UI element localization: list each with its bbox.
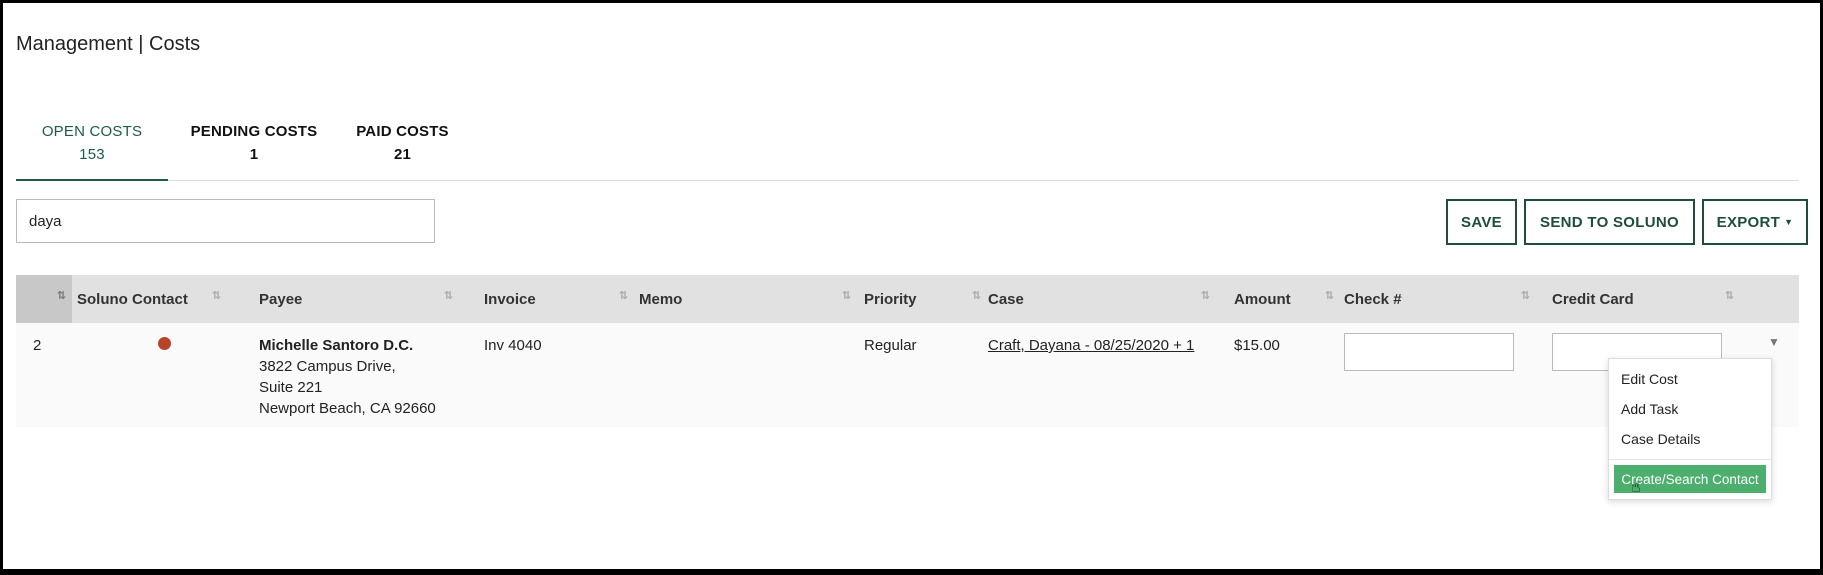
create-search-contact-label: Create/Search Contact xyxy=(1621,471,1759,487)
column-header-label: Amount xyxy=(1234,290,1291,308)
table-header: ⇅ Soluno Contact ⇅ Payee ⇅ Invoice ⇅ Mem… xyxy=(16,275,1799,323)
column-header-label: Case xyxy=(988,290,1024,308)
sort-icon: ⇅ xyxy=(443,290,453,302)
column-header-payee[interactable]: Payee ⇅ xyxy=(259,275,453,323)
tab-count: 153 xyxy=(79,146,105,163)
table-row[interactable]: 2 Michelle Santoro D.C. 3822 Campus Driv… xyxy=(16,323,1799,427)
payee-address-line: Suite 221 xyxy=(259,379,323,396)
sort-icon: ⇅ xyxy=(1520,290,1530,302)
column-header-case[interactable]: Case ⇅ xyxy=(988,275,1210,323)
caret-down-icon: ▼ xyxy=(1784,217,1794,227)
payee-address-line: 3822 Campus Drive, xyxy=(259,358,396,375)
save-button-label: SAVE xyxy=(1461,213,1502,231)
payee-cell: Michelle Santoro D.C. 3822 Campus Drive,… xyxy=(259,335,436,419)
case-link[interactable]: Craft, Dayana - 08/25/2020 + 1 xyxy=(988,335,1194,356)
tab-paid-costs[interactable]: PAID COSTS 21 xyxy=(346,123,459,181)
sort-icon: ⇅ xyxy=(1324,290,1334,302)
row-number: 2 xyxy=(33,337,42,354)
payee-address-line: Newport Beach, CA 92660 xyxy=(259,400,436,417)
column-header-amount[interactable]: Amount ⇅ xyxy=(1234,275,1334,323)
menu-item-add-task[interactable]: Add Task xyxy=(1621,401,1678,417)
menu-item-case-details[interactable]: Case Details xyxy=(1621,431,1700,447)
sort-icon: ⇅ xyxy=(1200,290,1210,302)
send-button-label: SEND TO SOLUNO xyxy=(1540,213,1679,231)
page-title: Management | Costs xyxy=(16,33,201,55)
priority-cell: Regular xyxy=(864,337,917,354)
cost-tabs: OPEN COSTS 153 PENDING COSTS 1 PAID COST… xyxy=(16,123,1799,181)
export-button-label: EXPORT xyxy=(1716,213,1781,231)
tab-label: OPEN COSTS xyxy=(41,123,143,140)
column-header-label: Memo xyxy=(639,290,683,308)
export-button[interactable]: EXPORT ▼ xyxy=(1702,199,1808,245)
check-number-input[interactable] xyxy=(1344,333,1514,371)
invoice-cell: Inv 4040 xyxy=(484,337,542,354)
column-header-number[interactable]: ⇅ xyxy=(16,275,72,323)
column-header-check[interactable]: Check # ⇅ xyxy=(1344,275,1530,323)
tab-label: PENDING COSTS xyxy=(190,123,318,140)
column-header-priority[interactable]: Priority ⇅ xyxy=(864,275,981,323)
column-header-memo[interactable]: Memo ⇅ xyxy=(639,275,851,323)
send-to-soluno-button[interactable]: SEND TO SOLUNO xyxy=(1524,199,1695,245)
column-header-credit-card[interactable]: Credit Card ⇅ xyxy=(1552,275,1734,323)
save-button[interactable]: SAVE xyxy=(1446,199,1517,245)
column-header-soluno-contact[interactable]: Soluno Contact ⇅ xyxy=(77,275,221,323)
app-window: Management | Costs OPEN COSTS 153 PENDIN… xyxy=(3,3,1820,569)
tab-label: PAID COSTS xyxy=(356,123,449,140)
column-header-label: Payee xyxy=(259,290,303,308)
amount-cell: $15.00 xyxy=(1234,337,1280,354)
sort-icon: ⇅ xyxy=(1724,290,1734,302)
tab-pending-costs[interactable]: PENDING COSTS 1 xyxy=(179,123,329,181)
menu-item-edit-cost[interactable]: Edit Cost xyxy=(1621,371,1678,387)
tab-open-costs[interactable]: OPEN COSTS 153 xyxy=(16,123,168,181)
column-header-invoice[interactable]: Invoice ⇅ xyxy=(484,275,628,323)
sort-icon: ⇅ xyxy=(841,290,851,302)
column-header-label: Invoice xyxy=(484,290,536,308)
column-header-label: Check # xyxy=(1344,290,1402,308)
column-header-label: Soluno Contact xyxy=(77,290,188,308)
column-header-label: Credit Card xyxy=(1552,290,1634,308)
row-actions-caret-icon[interactable]: ▼ xyxy=(1768,335,1780,349)
tab-count: 21 xyxy=(393,146,412,163)
sort-icon: ⇅ xyxy=(211,290,221,302)
search-input[interactable] xyxy=(16,199,435,243)
sort-icon: ⇅ xyxy=(971,290,981,302)
status-dot-icon xyxy=(158,337,171,350)
sort-icon: ⇅ xyxy=(56,290,66,302)
tab-count: 1 xyxy=(249,146,259,163)
column-header-label: Priority xyxy=(864,290,917,308)
payee-name: Michelle Santoro D.C. xyxy=(259,337,414,354)
sort-icon: ⇅ xyxy=(618,290,628,302)
menu-divider xyxy=(1609,459,1771,460)
hand-pointer-icon: ☝ xyxy=(1631,479,1641,496)
